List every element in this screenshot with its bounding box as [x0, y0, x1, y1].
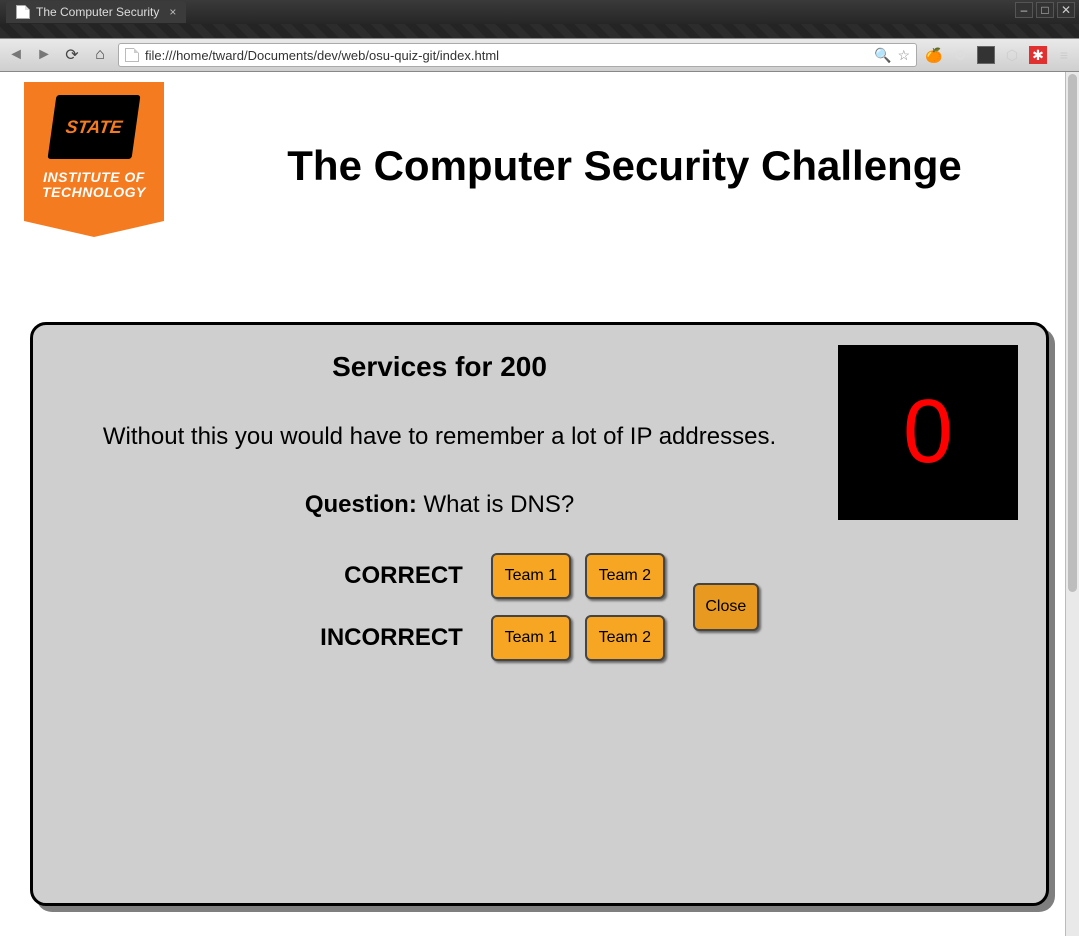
bookmark-icon[interactable]: ☆ [897, 47, 910, 64]
timer-box: 0 [838, 345, 1018, 520]
browser-tab[interactable]: The Computer Security × [6, 1, 186, 23]
page-header: STATE INSTITUTE OF TECHNOLOGY The Comput… [0, 72, 1079, 221]
maximize-button[interactable]: □ [1036, 2, 1054, 18]
answer-line: Question: What is DNS? [61, 491, 818, 519]
page-icon [16, 5, 30, 19]
forward-button[interactable]: ► [34, 45, 54, 65]
team-buttons: Team 1 Team 2 Team 1 Team 2 [491, 553, 665, 661]
extension-icons: 🍊 ⚙ ⬡ ✱ ≡ [925, 46, 1073, 64]
minimize-button[interactable]: – [1015, 2, 1033, 18]
scrollbar-thumb[interactable] [1068, 74, 1077, 592]
incorrect-label: INCORRECT [320, 615, 463, 661]
ext-asterisk-icon[interactable]: ✱ [1029, 46, 1047, 64]
url-text: file:///home/tward/Documents/dev/web/osu… [145, 48, 868, 63]
page-title: The Computer Security Challenge [194, 82, 1055, 190]
question-area: Services for 200 Without this you would … [61, 345, 818, 543]
reload-button[interactable]: ⟳ [62, 45, 82, 65]
close-button[interactable]: Close [693, 583, 759, 631]
scrollbar[interactable] [1065, 72, 1079, 936]
timer-value: 0 [903, 381, 953, 484]
banner-line2: TECHNOLOGY [30, 185, 158, 200]
page-content: STATE INSTITUTE OF TECHNOLOGY The Comput… [0, 72, 1079, 936]
menu-icon[interactable]: ≡ [1055, 46, 1073, 64]
banner-line1: INSTITUTE OF [30, 170, 158, 185]
scoring-row: CORRECT INCORRECT Team 1 Team 2 Team 1 T… [61, 553, 1018, 661]
correct-label: CORRECT [344, 553, 463, 599]
correct-team2-button[interactable]: Team 2 [585, 553, 665, 599]
category-heading: Services for 200 [61, 351, 818, 383]
ext-shield-icon[interactable]: ⬡ [1003, 46, 1021, 64]
titlebar: The Computer Security × – □ ✕ [0, 0, 1079, 24]
correct-team1-button[interactable]: Team 1 [491, 553, 571, 599]
titlebar-decoration [0, 24, 1079, 38]
osu-logo: STATE [44, 92, 144, 162]
back-button[interactable]: ◄ [6, 45, 26, 65]
ext-square-icon[interactable] [977, 46, 995, 64]
row-labels: CORRECT INCORRECT [320, 553, 463, 661]
osu-banner: STATE INSTITUTE OF TECHNOLOGY [24, 82, 164, 221]
page-icon [125, 48, 139, 62]
clue-text: Without this you would have to remember … [61, 423, 818, 451]
incorrect-team2-button[interactable]: Team 2 [585, 615, 665, 661]
question-label: Question: [305, 491, 417, 518]
window-close-button[interactable]: ✕ [1057, 2, 1075, 18]
browser-window: The Computer Security × – □ ✕ ◄ ► ⟳ ⌂ fi… [0, 0, 1079, 936]
zoom-icon[interactable]: 🔍 [874, 47, 891, 64]
answer-text: What is DNS? [423, 491, 574, 518]
ext-orange-icon[interactable]: 🍊 [925, 46, 943, 64]
window-buttons: – □ ✕ [1015, 2, 1075, 18]
incorrect-team1-button[interactable]: Team 1 [491, 615, 571, 661]
tab-close-icon[interactable]: × [169, 5, 176, 19]
browser-toolbar: ◄ ► ⟳ ⌂ file:///home/tward/Documents/dev… [0, 38, 1079, 72]
ext-gear-icon[interactable]: ⚙ [951, 46, 969, 64]
address-bar[interactable]: file:///home/tward/Documents/dev/web/osu… [118, 43, 917, 67]
tab-title: The Computer Security [36, 5, 159, 19]
quiz-card: Services for 200 Without this you would … [30, 322, 1049, 906]
home-button[interactable]: ⌂ [90, 45, 110, 65]
